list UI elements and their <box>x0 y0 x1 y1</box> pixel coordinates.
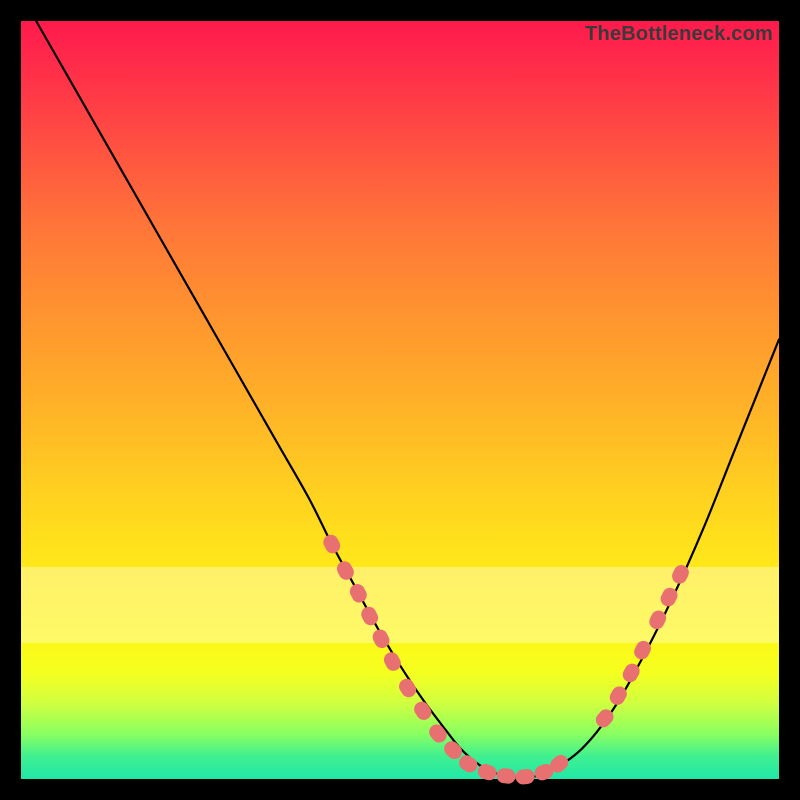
plot-area: TheBottleneck.com <box>21 21 779 779</box>
bottleneck-curve <box>36 21 779 778</box>
data-marker <box>427 722 449 745</box>
data-marker <box>515 769 534 785</box>
curve-svg <box>21 21 779 779</box>
marker-group <box>321 533 690 785</box>
data-marker <box>412 699 434 722</box>
chart-frame: TheBottleneck.com <box>0 0 800 800</box>
data-marker <box>397 677 418 700</box>
data-marker <box>496 768 516 784</box>
data-marker <box>382 650 403 672</box>
data-marker <box>348 582 369 604</box>
data-marker <box>321 533 342 555</box>
data-marker <box>335 559 356 581</box>
data-marker <box>359 605 380 627</box>
